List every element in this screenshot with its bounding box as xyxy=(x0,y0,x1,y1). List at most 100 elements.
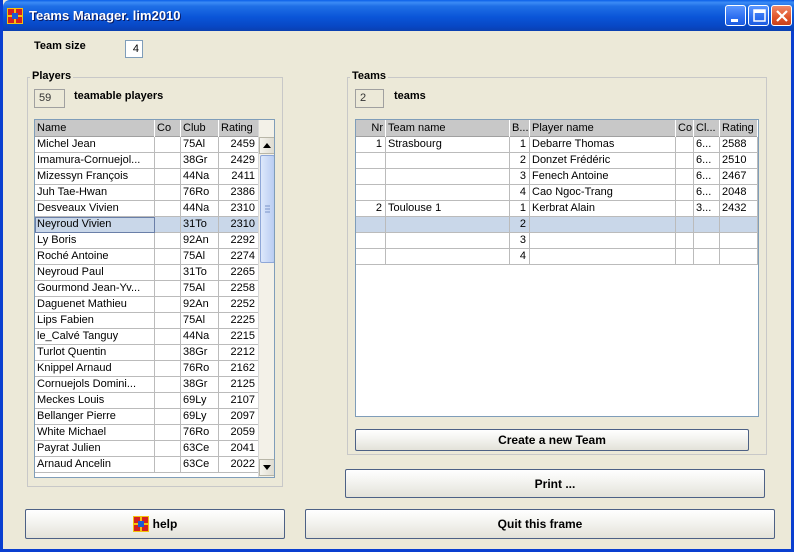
table-row[interactable]: Knippel Arnaud 76Ro 2162 xyxy=(35,361,274,377)
team-rating-cell[interactable]: 2510 xyxy=(720,153,758,169)
player-rating-cell[interactable]: 2274 xyxy=(219,249,259,265)
player-name-cell[interactable]: Mizessyn François xyxy=(35,169,155,185)
player-name-cell[interactable]: Lips Fabien xyxy=(35,313,155,329)
player-club-cell[interactable]: 75Al xyxy=(181,249,219,265)
player-name-cell[interactable]: Imamura-Cornuejol... xyxy=(35,153,155,169)
player-rating-cell[interactable]: 2162 xyxy=(219,361,259,377)
player-club-cell[interactable]: 75Al xyxy=(181,281,219,297)
player-club-cell[interactable]: 38Gr xyxy=(181,153,219,169)
quit-button[interactable]: Quit this frame xyxy=(305,509,775,539)
player-rating-cell[interactable]: 2310 xyxy=(219,201,259,217)
table-row[interactable]: Roché Antoine 75Al 2274 xyxy=(35,249,274,265)
player-co-cell[interactable] xyxy=(155,393,181,409)
team-player-cell[interactable] xyxy=(530,249,676,265)
player-rating-cell[interactable]: 2041 xyxy=(219,441,259,457)
team-player-cell[interactable]: Donzet Frédéric xyxy=(530,153,676,169)
player-club-cell[interactable]: 63Ce xyxy=(181,441,219,457)
team-club-cell[interactable]: 6... xyxy=(694,169,720,185)
player-rating-cell[interactable]: 2107 xyxy=(219,393,259,409)
player-rating-cell[interactable]: 2310 xyxy=(219,217,259,233)
table-row[interactable]: Mizessyn François 44Na 2411 xyxy=(35,169,274,185)
player-rating-cell[interactable]: 2022 xyxy=(219,457,259,473)
table-row[interactable]: Cornuejols Domini... 38Gr 2125 xyxy=(35,377,274,393)
player-co-cell[interactable] xyxy=(155,153,181,169)
player-club-cell[interactable]: 44Na xyxy=(181,201,219,217)
players-table[interactable]: Name Co Club Rating Michel Jean 75Al 2459 I… xyxy=(34,119,275,478)
team-rating-cell[interactable] xyxy=(720,249,758,265)
player-co-cell[interactable] xyxy=(155,249,181,265)
team-player-cell[interactable]: Kerbrat Alain xyxy=(530,201,676,217)
player-club-cell[interactable]: 31To xyxy=(181,217,219,233)
create-team-button[interactable]: Create a new Team xyxy=(355,429,749,451)
team-club-cell[interactable] xyxy=(694,249,720,265)
team-size-field[interactable]: 4 xyxy=(125,40,143,58)
title-bar[interactable]: Teams Manager. lim2010 xyxy=(3,0,794,31)
table-row[interactable]: White Michael 76Ro 2059 xyxy=(35,425,274,441)
table-row[interactable]: 2 xyxy=(356,217,758,233)
player-co-cell[interactable] xyxy=(155,201,181,217)
player-club-cell[interactable]: 44Na xyxy=(181,169,219,185)
player-name-cell[interactable]: Arnaud Ancelin xyxy=(35,457,155,473)
player-co-cell[interactable] xyxy=(155,265,181,281)
team-co-cell[interactable] xyxy=(676,201,694,217)
team-name-cell[interactable] xyxy=(386,169,510,185)
table-row[interactable]: 2 Toulouse 1 1 Kerbrat Alain 3... 2432 xyxy=(356,201,758,217)
team-rating-cell[interactable]: 2432 xyxy=(720,201,758,217)
player-rating-cell[interactable]: 2411 xyxy=(219,169,259,185)
player-rating-cell[interactable]: 2212 xyxy=(219,345,259,361)
team-name-cell[interactable] xyxy=(386,217,510,233)
table-row[interactable]: Daguenet Mathieu 92An 2252 xyxy=(35,297,274,313)
team-rating-cell[interactable]: 2588 xyxy=(720,137,758,153)
column-header-nr[interactable]: Nr xyxy=(356,120,386,137)
player-club-cell[interactable]: 75Al xyxy=(181,137,219,153)
team-rating-cell[interactable] xyxy=(720,217,758,233)
team-player-cell[interactable]: Fenech Antoine xyxy=(530,169,676,185)
player-rating-cell[interactable]: 2252 xyxy=(219,297,259,313)
column-header-co[interactable]: Co xyxy=(676,120,694,137)
team-co-cell[interactable] xyxy=(676,233,694,249)
team-nr-cell[interactable] xyxy=(356,249,386,265)
player-club-cell[interactable]: 76Ro xyxy=(181,361,219,377)
team-name-cell[interactable] xyxy=(386,185,510,201)
player-name-cell[interactable]: Desveaux Vivien xyxy=(35,201,155,217)
player-club-cell[interactable]: 76Ro xyxy=(181,185,219,201)
player-rating-cell[interactable]: 2292 xyxy=(219,233,259,249)
scroll-up-button[interactable] xyxy=(259,137,274,154)
table-row[interactable]: 4 Cao Ngoc-Trang 6... 2048 xyxy=(356,185,758,201)
players-scrollbar[interactable] xyxy=(258,120,274,477)
player-club-cell[interactable]: 92An xyxy=(181,233,219,249)
team-club-cell[interactable]: 3... xyxy=(694,201,720,217)
table-row[interactable]: Bellanger Pierre 69Ly 2097 xyxy=(35,409,274,425)
player-co-cell[interactable] xyxy=(155,329,181,345)
board-cell[interactable]: 2 xyxy=(510,153,530,169)
player-club-cell[interactable]: 38Gr xyxy=(181,345,219,361)
player-name-cell[interactable]: Turlot Quentin xyxy=(35,345,155,361)
player-club-cell[interactable]: 75Al xyxy=(181,313,219,329)
team-nr-cell[interactable] xyxy=(356,153,386,169)
team-co-cell[interactable] xyxy=(676,217,694,233)
player-co-cell[interactable] xyxy=(155,345,181,361)
table-row[interactable]: 3 xyxy=(356,233,758,249)
player-co-cell[interactable] xyxy=(155,137,181,153)
table-row[interactable]: Desveaux Vivien 44Na 2310 xyxy=(35,201,274,217)
player-club-cell[interactable]: 63Ce xyxy=(181,457,219,473)
player-co-cell[interactable] xyxy=(155,313,181,329)
player-name-cell[interactable]: le_Calvé Tanguy xyxy=(35,329,155,345)
column-header-board[interactable]: B... xyxy=(510,120,530,137)
scroll-thumb[interactable] xyxy=(260,155,274,263)
board-cell[interactable]: 1 xyxy=(510,201,530,217)
player-co-cell[interactable] xyxy=(155,281,181,297)
team-club-cell[interactable]: 6... xyxy=(694,185,720,201)
table-row[interactable]: 3 Fenech Antoine 6... 2467 xyxy=(356,169,758,185)
scroll-down-button[interactable] xyxy=(259,459,274,476)
player-rating-cell[interactable]: 2215 xyxy=(219,329,259,345)
player-rating-cell[interactable]: 2097 xyxy=(219,409,259,425)
table-row[interactable]: Meckes Louis 69Ly 2107 xyxy=(35,393,274,409)
team-nr-cell[interactable] xyxy=(356,233,386,249)
player-co-cell[interactable] xyxy=(155,169,181,185)
player-name-cell[interactable]: Knippel Arnaud xyxy=(35,361,155,377)
column-header-club[interactable]: Cl... xyxy=(694,120,720,137)
table-row[interactable]: le_Calvé Tanguy 44Na 2215 xyxy=(35,329,274,345)
player-co-cell[interactable] xyxy=(155,233,181,249)
player-rating-cell[interactable]: 2125 xyxy=(219,377,259,393)
